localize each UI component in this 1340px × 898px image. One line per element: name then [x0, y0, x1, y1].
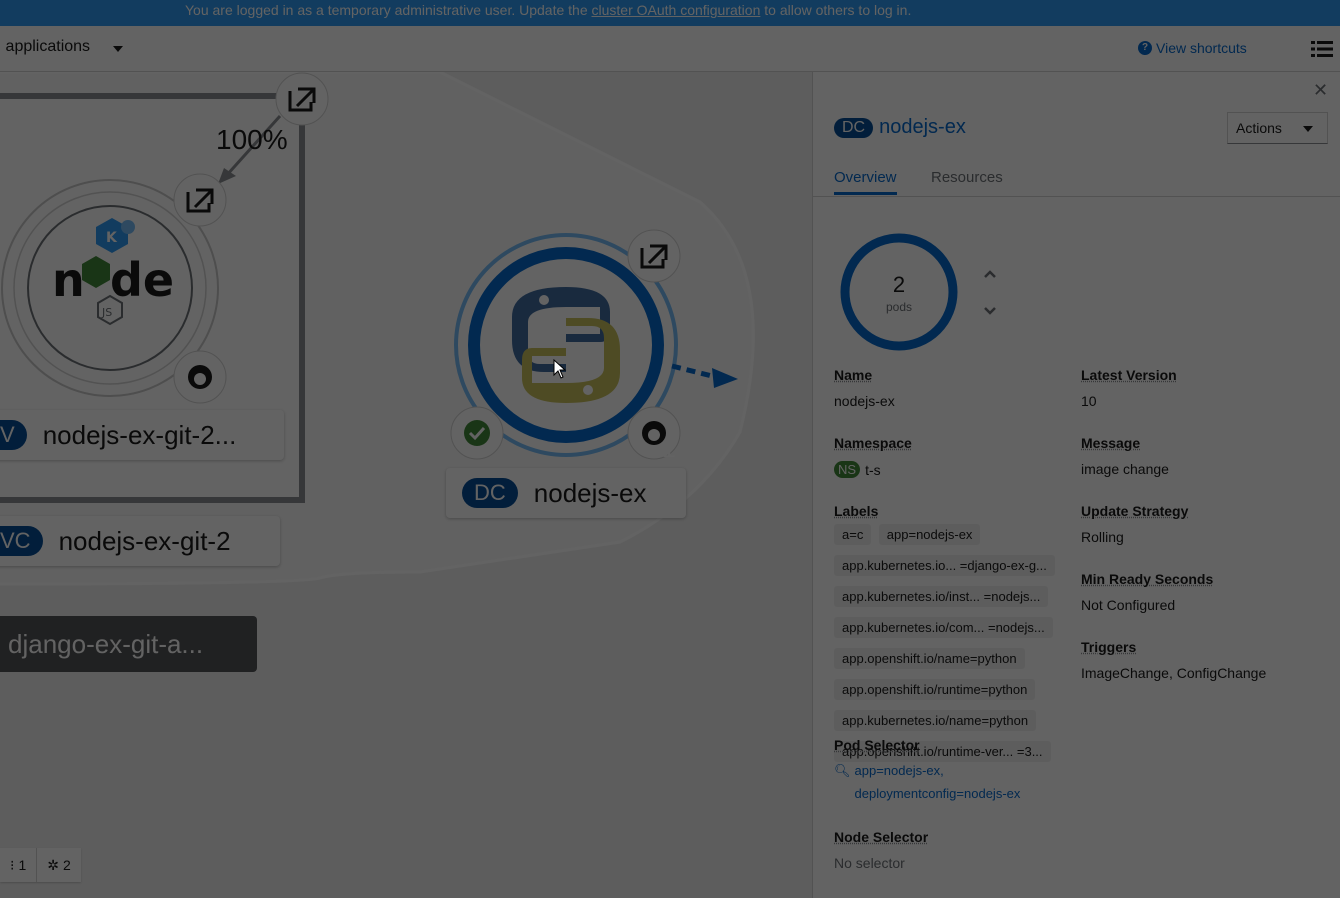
field-value: No selector — [834, 855, 905, 871]
pod-selector-line: app=nodejs-ex, — [854, 763, 944, 778]
field-label: Name — [834, 367, 873, 383]
view-shortcuts-label: View shortcuts — [1156, 40, 1247, 56]
question-circle-icon: ? — [1138, 41, 1152, 55]
label-chip: app.kubernetes.io/name=python — [834, 710, 1037, 731]
topology-control-value: 1 — [18, 857, 27, 873]
python-node-name: nodejs-ex — [533, 477, 647, 508]
application-selector[interactable]: ll applications — [0, 38, 90, 56]
knative-service-label[interactable]: V nodejs-ex-git-2... — [0, 410, 284, 460]
resource-badge: DC — [834, 117, 874, 138]
list-view-icon[interactable] — [1311, 40, 1333, 58]
ksvc-name: nodejs-ex-git-2... — [42, 419, 237, 450]
field-label: Node Selector — [834, 829, 929, 845]
field-value: nodejs-ex — [834, 393, 895, 409]
field-value: 10 — [1081, 393, 1097, 409]
resource-title[interactable]: DC nodejs-ex — [834, 116, 966, 139]
build-count: 1 — [662, 436, 676, 463]
topology-control-value: 2 — [62, 857, 71, 873]
field-update-strategy: Update Strategy Rolling — [1081, 503, 1188, 545]
banner-text-end: to allow others to log in. — [760, 2, 912, 18]
field-label: Latest Version — [1081, 367, 1177, 383]
resource-name: nodejs-ex — [879, 116, 966, 138]
kconfig-name: nodejs-ex-git-2 — [58, 525, 231, 556]
field-label: Update Strategy — [1081, 503, 1189, 519]
label-chip: a=c — [834, 524, 872, 545]
traffic-percent: 100% — [216, 124, 288, 155]
topology-controls: ⁝ 1 ✲ 2 — [0, 848, 81, 882]
field-label: Min Ready Seconds — [1081, 571, 1214, 587]
topology-control-1[interactable]: ⁝ 1 — [0, 848, 36, 882]
field-label: Labels — [834, 503, 879, 519]
oauth-config-link[interactable]: cluster OAuth configuration — [592, 2, 761, 18]
pod-ring: 2 pods — [839, 232, 959, 352]
field-namespace: Namespace NS t-s — [834, 435, 912, 478]
field-value: ImageChange, ConfigChange — [1081, 665, 1267, 681]
topology-canvas[interactable]: n de JS K 100% 1 V nodejs-ex-git-2... VC… — [0, 72, 812, 898]
field-value: image change — [1081, 461, 1169, 477]
field-label: Namespace — [834, 435, 912, 451]
svg-text:K: K — [106, 230, 118, 246]
django-group-label[interactable]: django-ex-git-a... — [0, 616, 257, 672]
field-label: Pod Selector — [834, 737, 920, 753]
namespace-badge: NS — [834, 461, 861, 478]
view-shortcuts-link[interactable]: ? View shortcuts — [1138, 40, 1247, 56]
search-icon: 🔍︎ — [834, 763, 851, 778]
tab-resources[interactable]: Resources — [931, 169, 1003, 192]
namespace-value: t-s — [865, 461, 881, 478]
admin-banner: You are logged in as a temporary adminis… — [0, 0, 1340, 26]
python-node-label[interactable]: DC nodejs-ex — [446, 468, 686, 518]
label-chip: app.kubernetes.io... =django-ex-g... — [834, 555, 1055, 576]
ksvc-badge: V — [0, 420, 27, 450]
panel-tabs: Overview Resources — [813, 164, 1340, 197]
field-label: Message — [1081, 435, 1141, 451]
dc-badge: DC — [462, 478, 518, 508]
field-name: Name nodejs-ex — [834, 367, 895, 409]
field-labels: Labels — [834, 503, 878, 519]
label-chip: app.openshift.io/runtime=python — [834, 679, 1036, 700]
pod-selector-line: deploymentconfig=nodejs-ex — [854, 786, 1021, 801]
label-chip: app.kubernetes.io/com... =nodejs... — [834, 617, 1053, 638]
field-latest-version: Latest Version 10 — [1081, 367, 1177, 409]
svg-text:JS: JS — [101, 306, 112, 319]
close-icon[interactable]: ✕ — [1313, 80, 1328, 101]
labels-list: a=c app=nodejs-ex app.kubernetes.io... =… — [834, 524, 1074, 772]
caret-down-icon — [1303, 126, 1313, 132]
pod-count: 2 — [892, 272, 906, 297]
field-min-ready-seconds: Min Ready Seconds Not Configured — [1081, 571, 1213, 613]
scale-up-icon[interactable] — [983, 267, 997, 281]
actions-label: Actions — [1236, 120, 1282, 136]
banner-text: You are logged in as a temporary adminis… — [185, 2, 592, 18]
field-pod-selector: Pod Selector 🔍︎ app=nodejs-ex, deploymen… — [834, 737, 1020, 805]
svg-text:de: de — [110, 253, 174, 307]
topology-icon: ⁝ — [10, 856, 15, 873]
field-triggers: Triggers ImageChange, ConfigChange — [1081, 639, 1266, 681]
topology-control-2[interactable]: ✲ 2 — [36, 848, 81, 882]
caret-down-icon[interactable] — [113, 46, 123, 52]
label-chip: app=nodejs-ex — [878, 524, 981, 545]
resource-side-panel: ✕ DC nodejs-ex Actions Overview Resource… — [812, 72, 1340, 898]
actions-dropdown[interactable]: Actions — [1227, 112, 1328, 144]
scale-down-icon[interactable] — [983, 304, 997, 318]
label-chip: app.openshift.io/name=python — [834, 648, 1025, 669]
field-message: Message image change — [1081, 435, 1169, 477]
django-group-name: django-ex-git-a... — [8, 628, 204, 659]
kconfig-badge: VC — [0, 526, 43, 556]
graph-icon: ✲ — [47, 856, 59, 873]
label-chip: app.kubernetes.io/inst... =nodejs... — [834, 586, 1049, 607]
knative-config-label[interactable]: VC nodejs-ex-git-2 — [0, 516, 280, 566]
namespace-link[interactable]: NS t-s — [834, 461, 912, 478]
pod-count-label: pods — [885, 300, 913, 314]
field-node-selector: Node Selector No selector — [834, 829, 928, 871]
pod-selector-link[interactable]: 🔍︎ app=nodejs-ex, deploymentconfig=nodej… — [834, 759, 1020, 805]
field-value: Not Configured — [1081, 597, 1176, 613]
field-label: Triggers — [1081, 639, 1137, 655]
tab-overview[interactable]: Overview — [834, 169, 897, 195]
mouse-cursor-icon — [553, 359, 567, 379]
field-value: Rolling — [1081, 529, 1124, 545]
topology-toolbar: ll applications ? View shortcuts — [0, 26, 1340, 72]
svg-text:n: n — [52, 253, 85, 307]
